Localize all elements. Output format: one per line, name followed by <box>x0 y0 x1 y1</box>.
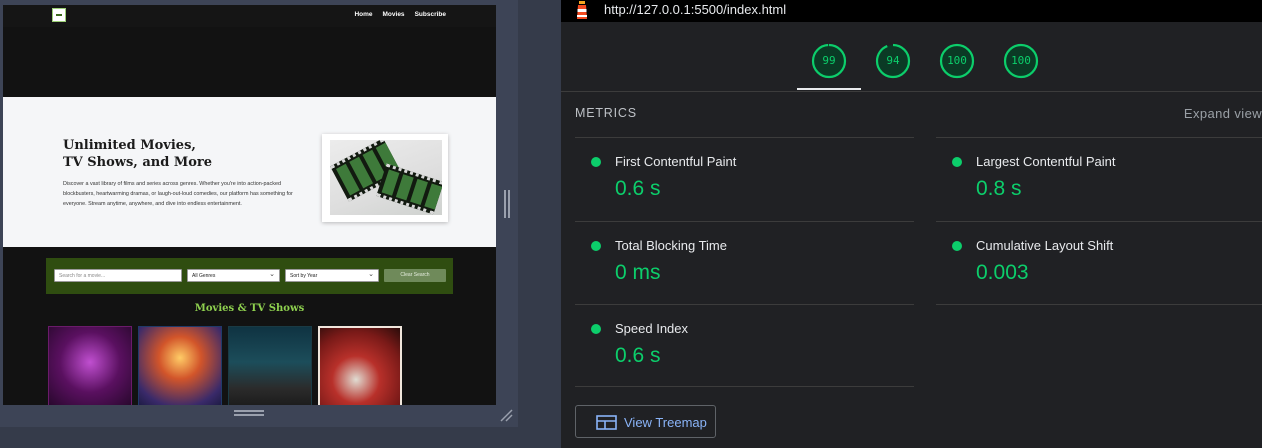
score-value: 100 <box>947 54 967 67</box>
pass-status-icon <box>591 157 601 167</box>
score-gauges: 99 94 100 100 <box>561 22 1262 92</box>
hero-image-card <box>322 134 448 222</box>
hero-section: Unlimited Movies, TV Shows, and More Dis… <box>3 97 496 247</box>
section-title: Movies & TV Shows <box>194 303 305 314</box>
hero-description: Discover a vast library of films and ser… <box>63 181 293 207</box>
search-bar: Search for a movie... All Genres Sort by… <box>46 258 453 294</box>
nav-link-subscribe[interactable]: Subscribe <box>415 11 446 18</box>
view-treemap-button[interactable]: View Treemap <box>575 405 716 438</box>
score-gauge-best-practices[interactable]: 100 <box>939 43 975 79</box>
metric-label: First Contentful Paint <box>615 154 737 169</box>
metrics-heading: METRICS <box>575 106 637 120</box>
side-resize-handle[interactable] <box>504 190 510 218</box>
hero-title: Unlimited Movies, TV Shows, and More <box>63 137 283 171</box>
score-gauge-performance[interactable]: 99 <box>811 43 847 79</box>
metric-label: Cumulative Layout Shift <box>976 238 1114 253</box>
movie-poster[interactable] <box>318 326 402 405</box>
score-gauge-seo[interactable]: 100 <box>1003 43 1039 79</box>
score-gauge-accessibility[interactable]: 94 <box>875 43 911 79</box>
report-url-bar: http://127.0.0.1:5500/index.html <box>561 0 1262 22</box>
metric-label: Largest Contentful Paint <box>976 154 1116 169</box>
device-preview-frame: Home Movies Subscribe Unlimited Movies, … <box>0 0 518 427</box>
clear-search-button[interactable]: Clear Search <box>384 269 446 282</box>
pass-status-icon <box>591 241 601 251</box>
movie-poster[interactable] <box>138 326 222 405</box>
sort-select[interactable]: Sort by Year <box>285 268 379 282</box>
metric-label: Speed Index <box>615 321 689 336</box>
metric-value: 0 ms <box>615 261 661 284</box>
page-preview: Home Movies Subscribe Unlimited Movies, … <box>3 5 496 405</box>
metric-value: 0.6 s <box>615 344 661 367</box>
metric-largest-contentful-paint: Largest Contentful Paint 0.8 s <box>936 137 1262 221</box>
active-score-indicator <box>797 88 861 90</box>
nav-link-movies[interactable]: Movies <box>383 11 405 18</box>
movie-poster[interactable] <box>48 326 132 405</box>
nav-links: Home Movies Subscribe <box>354 11 446 18</box>
report-url[interactable]: http://127.0.0.1:5500/index.html <box>604 2 786 17</box>
lighthouse-icon <box>577 1 587 19</box>
metric-speed-index: Speed Index 0.6 s <box>575 304 914 387</box>
lighthouse-panel: http://127.0.0.1:5500/index.html 99 94 1… <box>561 0 1262 448</box>
pass-status-icon <box>591 324 601 334</box>
metric-value: 0.003 <box>976 261 1029 284</box>
metric-label: Total Blocking Time <box>615 238 727 253</box>
metric-value: 0.8 s <box>976 177 1022 200</box>
poster-row <box>48 326 402 405</box>
genre-select[interactable]: All Genres <box>187 268 280 282</box>
metric-first-contentful-paint: First Contentful Paint 0.6 s <box>575 137 914 221</box>
expand-view-toggle[interactable]: Expand view <box>1184 106 1262 121</box>
site-logo[interactable] <box>52 8 66 22</box>
hero-title-line2: TV Shows, and More <box>63 155 213 170</box>
film-reel-image <box>330 140 442 215</box>
pass-status-icon <box>952 157 962 167</box>
bottom-resize-handle[interactable] <box>234 410 264 416</box>
nav-link-home[interactable]: Home <box>354 11 372 18</box>
movie-poster[interactable] <box>228 326 312 405</box>
hero-title-line1: Unlimited Movies, <box>63 138 196 153</box>
metric-total-blocking-time: Total Blocking Time 0 ms <box>575 221 914 305</box>
view-treemap-label: View Treemap <box>624 415 707 430</box>
score-value: 94 <box>886 54 900 67</box>
site-navbar: Home Movies Subscribe <box>3 5 496 27</box>
score-value: 100 <box>1011 54 1031 67</box>
treemap-icon <box>596 415 617 430</box>
pass-status-icon <box>952 241 962 251</box>
movie-search-input[interactable]: Search for a movie... <box>54 269 182 282</box>
corner-resize-icon[interactable] <box>499 408 513 422</box>
score-value: 99 <box>822 54 836 67</box>
metric-value: 0.6 s <box>615 177 661 200</box>
metric-cumulative-layout-shift: Cumulative Layout Shift 0.003 <box>936 221 1262 305</box>
